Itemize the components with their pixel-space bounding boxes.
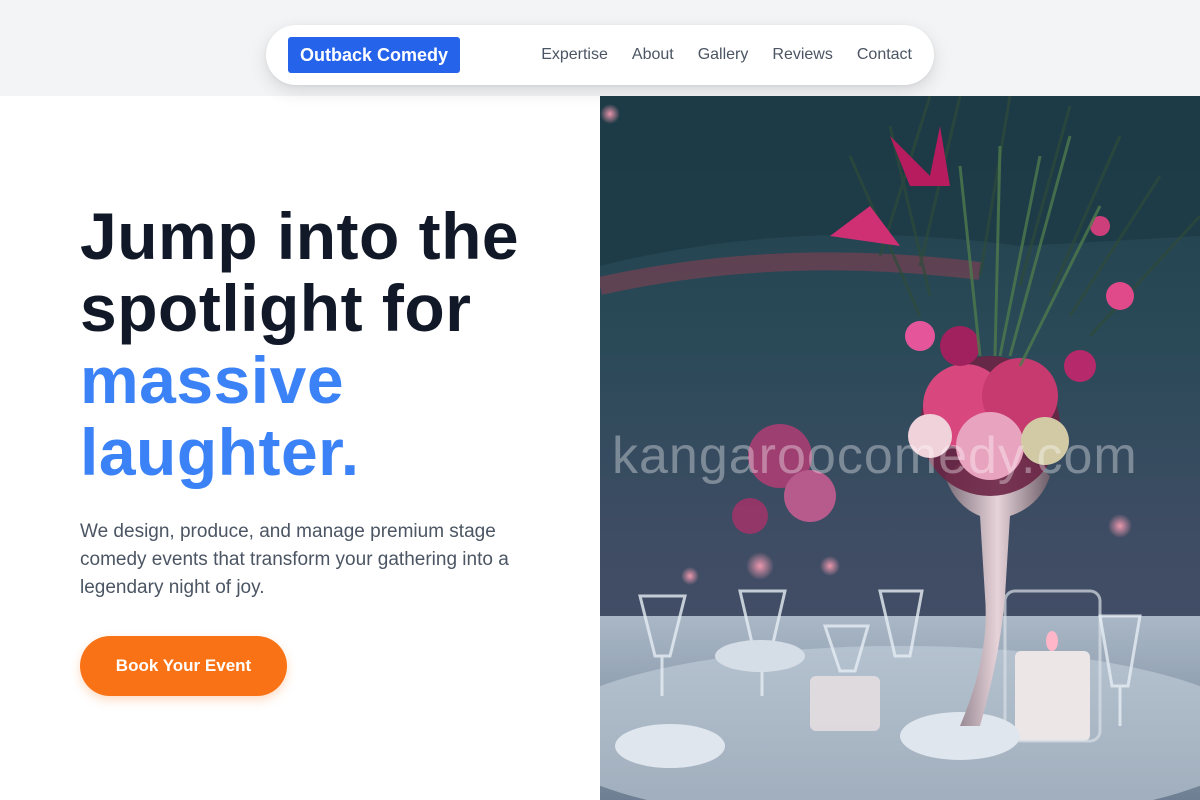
- nav-links: Expertise About Gallery Reviews Contact: [541, 46, 912, 64]
- headline-main: Jump into the spotlight for: [80, 199, 520, 345]
- hero-image: kangaroocomedy.com: [600, 96, 1200, 800]
- hero-text: Jump into the spotlight for massive laug…: [80, 200, 550, 602]
- brand-logo-button[interactable]: Outback Comedy: [288, 37, 461, 73]
- hero-subtext: We design, produce, and manage premium s…: [80, 521, 509, 598]
- image-watermark: kangaroocomedy.com: [612, 427, 1138, 485]
- nav-link-contact[interactable]: Contact: [857, 46, 912, 64]
- book-event-button[interactable]: Book Your Event: [80, 636, 287, 696]
- nav-link-about[interactable]: About: [632, 46, 674, 64]
- headline-accent: massive laughter.: [80, 343, 360, 489]
- nav-link-gallery[interactable]: Gallery: [698, 46, 749, 64]
- nav-link-reviews[interactable]: Reviews: [772, 46, 832, 64]
- hero-headline: Jump into the spotlight for massive laug…: [80, 200, 550, 488]
- nav-link-expertise[interactable]: Expertise: [541, 46, 608, 64]
- top-navbar: Outback Comedy Expertise About Gallery R…: [266, 25, 934, 85]
